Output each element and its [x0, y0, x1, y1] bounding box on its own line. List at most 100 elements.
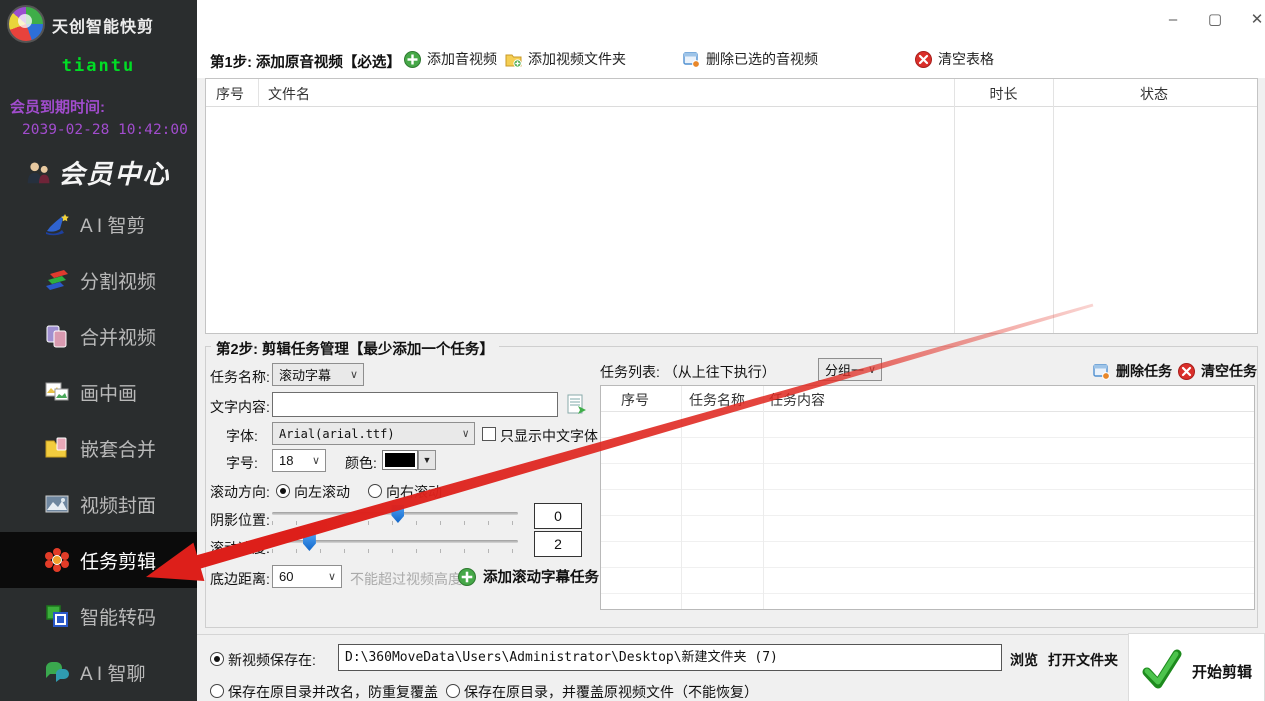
color-dropdown-button[interactable]: ▼ [418, 450, 436, 470]
add-subtitle-task-button[interactable]: 添加滚动字幕任务 [458, 566, 599, 587]
delete-selected-button[interactable]: 删除已选的音视频 [683, 49, 818, 69]
titlebar: – ▢ ✕ [197, 0, 1265, 42]
sidebar-item-label: 嵌套合并 [80, 439, 157, 461]
clear-table-button[interactable]: 清空表格 [915, 49, 994, 69]
scroll-right-radio[interactable] [368, 484, 382, 498]
font-select[interactable]: Arial(arial.ttf) ∨ [272, 422, 475, 445]
scroll-right-label: 向右滚动 [386, 484, 442, 500]
maximize-button[interactable]: ▢ [1201, 6, 1229, 34]
split-video-icon [46, 270, 68, 290]
task-list-table[interactable]: 序号 任务名称 任务内容 [600, 385, 1255, 610]
chevron-down-icon: ∨ [327, 571, 336, 583]
chinese-only-label: 只显示中文字体 [500, 428, 598, 444]
video-cover-icon [45, 495, 69, 513]
scroll-speed-slider[interactable] [272, 533, 518, 553]
sidebar-item-ai-chat[interactable]: A I 智聊 [0, 644, 197, 700]
sidebar-item-task-edit[interactable]: 任务剪辑 [0, 532, 197, 588]
minimize-button[interactable]: – [1159, 6, 1187, 34]
group-value: 分组一 [825, 363, 865, 378]
sidebar-item-video-cover[interactable]: 视频封面 [0, 476, 197, 532]
sidebar-item-label: 视频封面 [80, 495, 157, 517]
scroll-speed-value[interactable]: 2 [534, 531, 582, 557]
font-size-value: 18 [279, 453, 294, 468]
source-files-table[interactable]: 序号 文件名 时长 状态 [205, 78, 1258, 334]
clear-table-label: 清空表格 [938, 51, 994, 67]
chinese-only-checkbox[interactable] [482, 427, 496, 441]
bottom-margin-hint: 不能超过视频高度 [350, 571, 462, 587]
clear-tasks-button[interactable]: 清空任务 [1178, 361, 1257, 381]
membership-expiry-date: 2039-02-28 10:42:00 [22, 122, 188, 138]
task-edit-icon [45, 548, 69, 572]
sidebar-menu: A I 智剪 分割视频 合并视频 画中画 嵌套合并 视频封面 任务剪辑 智能转码… [0, 196, 197, 700]
slider-ticks [272, 521, 518, 525]
sidebar-item-nested-merge[interactable]: 嵌套合并 [0, 420, 197, 476]
delete-task-button[interactable]: 删除任务 [1093, 361, 1172, 381]
task-table-header: 序号 任务名称 任务内容 [601, 386, 1254, 412]
scroll-speed-label: 滚动速度: [210, 540, 270, 556]
save-rename-label: 保存在原目录并改名，防重复覆盖 [228, 684, 438, 700]
chevron-down-icon: ∨ [462, 427, 469, 440]
sidebar-item-label: 画中画 [80, 383, 138, 405]
column-divider [681, 386, 682, 609]
save-path-input[interactable]: D:\360MoveData\Users\Administrator\Deskt… [338, 644, 1002, 671]
save-rename-radio[interactable] [210, 684, 224, 698]
shadow-position-label: 阴影位置: [210, 512, 270, 528]
col-task-content: 任务内容 [769, 392, 825, 408]
import-text-icon[interactable] [566, 393, 588, 415]
scroll-direction-label: 滚动方向: [210, 484, 270, 500]
sidebar-item-ai-cut[interactable]: A I 智剪 [0, 196, 197, 252]
add-folder-button[interactable]: 添加视频文件夹 [505, 49, 626, 69]
col-filename: 文件名 [268, 86, 310, 102]
save-new-radio[interactable] [210, 652, 224, 666]
color-swatch[interactable] [382, 450, 418, 470]
add-av-button[interactable]: 添加音视频 [404, 49, 497, 69]
text-content-input[interactable] [272, 392, 558, 417]
start-edit-button[interactable]: 开始剪辑 [1128, 633, 1265, 701]
sidebar-item-split-video[interactable]: 分割视频 [0, 252, 197, 308]
sidebar-item-member-center[interactable]: 会员中心 [0, 146, 197, 198]
browse-button[interactable]: 浏览 [1010, 650, 1038, 670]
sidebar-item-transcode[interactable]: 智能转码 [0, 588, 197, 644]
scroll-left-radio[interactable] [276, 484, 290, 498]
add-folder-label: 添加视频文件夹 [528, 51, 626, 67]
start-check-icon [1142, 649, 1182, 689]
bottom-margin-value: 60 [279, 569, 294, 584]
col-index: 序号 [216, 86, 244, 102]
ai-cut-icon [46, 214, 69, 236]
col-duration: 时长 [989, 86, 1018, 102]
text-content-label: 文字内容: [210, 399, 270, 415]
font-size-select[interactable]: 18 ∨ [272, 449, 326, 472]
color-label: 颜色: [345, 455, 377, 471]
shadow-position-value[interactable]: 0 [534, 503, 582, 529]
group-select[interactable]: 分组一 ∨ [818, 358, 882, 381]
window-delete-icon [683, 51, 700, 68]
ai-chat-icon [46, 661, 69, 682]
shadow-position-slider[interactable] [272, 505, 518, 525]
open-folder-button[interactable]: 打开文件夹 [1048, 650, 1118, 670]
transcode-icon [46, 605, 68, 627]
task-table-rows [601, 412, 1254, 609]
save-overwrite-radio[interactable] [446, 684, 460, 698]
delete-selected-label: 删除已选的音视频 [706, 51, 818, 67]
bottom-margin-select[interactable]: 60 ∨ [272, 565, 342, 588]
close-button[interactable]: ✕ [1243, 6, 1265, 34]
scroll-left-label: 向左滚动 [294, 484, 350, 500]
sidebar-item-pip[interactable]: 画中画 [0, 364, 197, 420]
merge-video-icon [46, 325, 67, 348]
step1-label: 第1步: 添加原音视频【必选】 [210, 55, 401, 71]
task-name-select[interactable]: 滚动字幕 ∨ [272, 363, 364, 386]
app-title: 天创智能快剪 [52, 19, 155, 36]
nested-merge-icon [45, 437, 67, 458]
sidebar-item-label: 分割视频 [80, 271, 157, 293]
sidebar-item-merge-video[interactable]: 合并视频 [0, 308, 197, 364]
membership-expiry-label: 会员到期时间: [10, 99, 105, 116]
save-new-label: 新视频保存在: [228, 652, 316, 668]
chevron-down-icon: ∨ [867, 364, 876, 376]
add-circle-icon [458, 567, 476, 586]
member-center-label: 会员中心 [58, 159, 171, 190]
col-status: 状态 [1140, 86, 1168, 102]
step2-label: 第2步: 剪辑任务管理【最少添加一个任务】 [211, 338, 499, 359]
sidebar-item-label: 任务剪辑 [80, 551, 157, 573]
col-task-name: 任务名称 [689, 392, 745, 408]
add-circle-icon [404, 50, 421, 68]
